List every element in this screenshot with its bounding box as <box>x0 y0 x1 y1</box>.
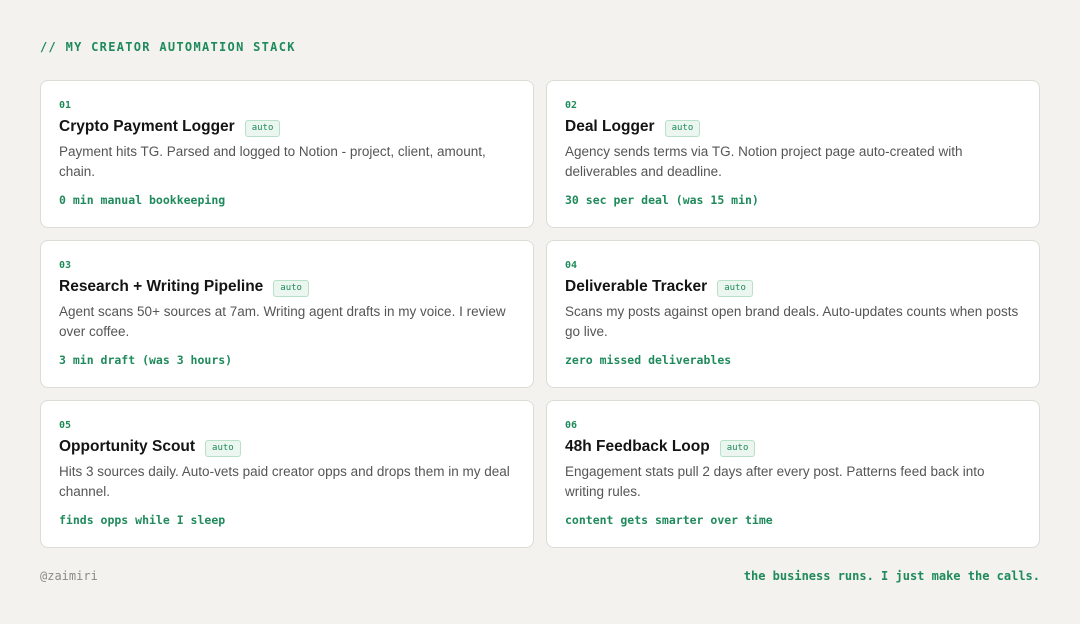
card-description: Engagement stats pull 2 days after every… <box>565 464 985 499</box>
card-description: Payment hits TG. Parsed and logged to No… <box>59 144 486 179</box>
card-description: Agent scans 50+ sources at 7am. Writing … <box>59 304 506 339</box>
auto-badge: auto <box>719 439 756 457</box>
card-metric: 0 min manual bookkeeping <box>59 193 226 207</box>
card-title: Research + Writing Pipeline <box>59 278 264 295</box>
card-title: Opportunity Scout <box>59 438 196 455</box>
card-description: Agency sends terms via TG. Notion projec… <box>565 144 963 179</box>
author-handle: @zaimiri <box>40 569 98 583</box>
automation-card-deliverable-tracker: 04 Deliverable Tracker auto Scans my pos… <box>546 240 1040 388</box>
automation-card-opportunity-scout: 05 Opportunity Scout auto Hits 3 sources… <box>40 400 534 548</box>
card-description: Scans my posts against open brand deals.… <box>565 304 1019 339</box>
card-metric: finds opps while I sleep <box>59 513 226 527</box>
automation-card-48h-feedback-loop: 06 48h Feedback Loop auto Engagement sta… <box>546 400 1040 548</box>
card-title-row: Deliverable Tracker auto <box>565 276 1021 298</box>
card-title-row: Research + Writing Pipeline auto <box>59 276 515 298</box>
card-metric: 30 sec per deal (was 15 min) <box>565 193 759 207</box>
card-number: 06 <box>565 420 578 431</box>
card-title: Deal Logger <box>565 118 655 135</box>
auto-badge: auto <box>244 119 281 137</box>
card-title-row: Deal Logger auto <box>565 116 1021 138</box>
page-title: // MY CREATOR AUTOMATION STACK <box>40 40 296 54</box>
card-title-row: Opportunity Scout auto <box>59 436 515 458</box>
card-title: 48h Feedback Loop <box>565 438 710 455</box>
card-number: 05 <box>59 420 72 431</box>
card-title: Deliverable Tracker <box>565 278 708 295</box>
automation-card-crypto-payment-logger: 01 Crypto Payment Logger auto Payment hi… <box>40 80 534 228</box>
card-title-row: 48h Feedback Loop auto <box>565 436 1021 458</box>
card-number: 04 <box>565 260 578 271</box>
card-description: Hits 3 sources daily. Auto-vets paid cre… <box>59 464 510 499</box>
automation-card-deal-logger: 02 Deal Logger auto Agency sends terms v… <box>546 80 1040 228</box>
card-metric: content gets smarter over time <box>565 513 773 527</box>
auto-badge: auto <box>664 119 701 137</box>
card-number: 03 <box>59 260 72 271</box>
card-number: 02 <box>565 100 578 111</box>
card-title-row: Crypto Payment Logger auto <box>59 116 515 138</box>
auto-badge: auto <box>717 279 753 297</box>
card-number: 01 <box>59 100 72 111</box>
auto-badge: auto <box>205 439 241 457</box>
footer-tagline: the business runs. I just make the calls… <box>743 569 1040 583</box>
card-metric: 3 min draft (was 3 hours) <box>59 353 233 367</box>
card-metric: zero missed deliverables <box>565 353 732 367</box>
auto-badge: auto <box>273 279 309 297</box>
card-title: Crypto Payment Logger <box>59 118 235 135</box>
automation-card-grid: 01 Crypto Payment Logger auto Payment hi… <box>40 80 1040 548</box>
automation-card-research-writing-pipeline: 03 Research + Writing Pipeline auto Agen… <box>40 240 534 388</box>
